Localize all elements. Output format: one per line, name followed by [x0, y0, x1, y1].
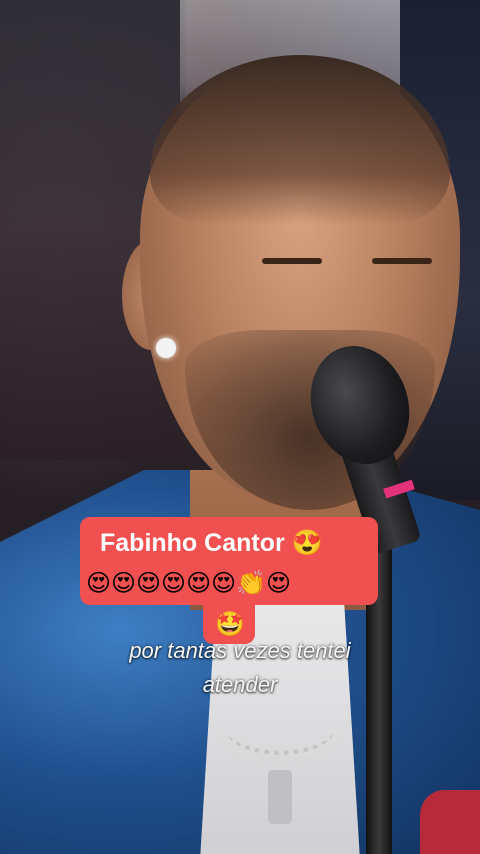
caption-line-2: atender [202, 672, 278, 697]
comment-author: Fabinho Cantor 😍 [100, 529, 323, 557]
singer-eye-right [372, 258, 432, 264]
video-caption: por tantas vezes tentei atender [40, 634, 440, 702]
video-frame[interactable]: Fabinho Cantor 😍 😍😍😍😍😍😍👏😍 🤩 por tantas v… [0, 0, 480, 854]
caption-line-1: por tantas vezes tentei [129, 638, 351, 663]
jacket-patch [420, 790, 480, 854]
comment-reactions: 😍😍😍😍😍😍👏😍 [86, 569, 292, 597]
earring [156, 338, 176, 358]
necklace-pendant [268, 770, 292, 824]
singer-eye-left [262, 258, 322, 264]
necklace-chain-inner [225, 700, 335, 755]
